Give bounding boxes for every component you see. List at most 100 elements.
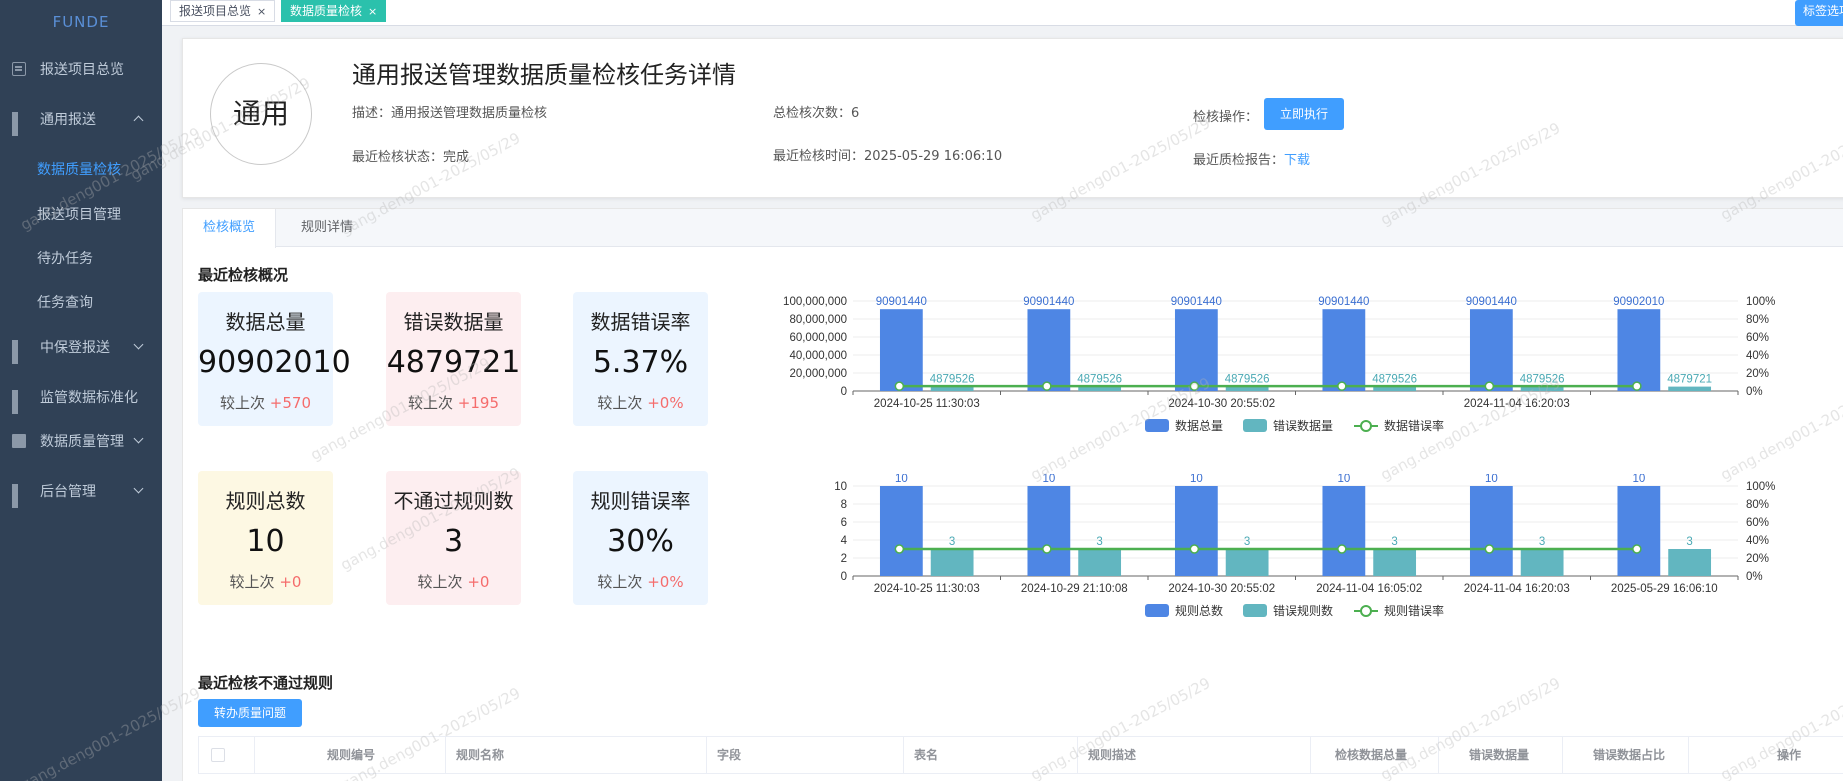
tag-options-button[interactable]: 标签选项 — [1795, 0, 1843, 26]
sidebar-item-project-overview[interactable]: 报送项目总览 — [0, 44, 162, 94]
rate-point — [894, 544, 905, 554]
bar — [1322, 309, 1366, 391]
sidebar-item-label: 数据质量管理 — [40, 434, 124, 450]
y2-tick-label: 20% — [1746, 553, 1769, 565]
rate-point — [894, 381, 905, 391]
bar-value-label: 10 — [895, 474, 908, 485]
bar-value-label: 10 — [1337, 474, 1350, 485]
column-header: 规则描述 — [1078, 737, 1311, 773]
y2-tick-label: 40% — [1746, 350, 1769, 362]
tab-rule-details[interactable]: 规则详情 — [281, 209, 373, 248]
y-tick-label: 4 — [841, 535, 848, 547]
sidebar-item-label: 中保登报送 — [40, 340, 110, 356]
bar-value-label: 10 — [1485, 474, 1498, 485]
sidebar-item-label: 监管数据标准化 — [40, 390, 138, 406]
y2-tick-label: 0% — [1746, 571, 1763, 583]
sidebar-item-data-quality-management[interactable]: 数据质量管理 — [0, 416, 162, 466]
status-field: 最近检核状态：完成 — [352, 146, 469, 165]
bar — [1469, 309, 1513, 391]
download-link[interactable]: 下载 — [1284, 153, 1310, 168]
close-icon[interactable]: × — [368, 5, 377, 18]
sidebar-item-cbit-report[interactable]: 中保登报送 — [0, 322, 162, 372]
bar — [930, 549, 974, 576]
column-header: 错误数据占比 — [1563, 737, 1689, 773]
field-value: 2025-05-29 16:06:10 — [864, 149, 1003, 164]
x-tick-label: 2024-10-30 20:55:02 — [1168, 398, 1275, 410]
field-label: 最近质检报告： — [1193, 153, 1285, 168]
legend-swatch — [1243, 604, 1267, 617]
bar-value-label: 4879721 — [1667, 374, 1712, 386]
column-header: 规则编号 — [255, 737, 446, 773]
rate-point — [1632, 381, 1642, 391]
bar-value-label: 90901440 — [1466, 296, 1517, 308]
bar — [1469, 486, 1513, 576]
y2-tick-label: 60% — [1746, 517, 1769, 529]
column-header: 规则名称 — [446, 737, 707, 773]
x-tick-label: 2024-10-29 21:10:08 — [1021, 583, 1128, 595]
y2-tick-label: 100% — [1746, 481, 1775, 493]
bar-value-label: 90901440 — [1171, 296, 1222, 308]
y2-tick-label: 20% — [1746, 368, 1769, 380]
tab-label: 数据质量检核 — [290, 4, 363, 18]
bar-value-label: 4879526 — [1520, 374, 1565, 386]
run-now-button[interactable]: 立即执行 — [1264, 98, 1344, 130]
y2-tick-label: 100% — [1746, 296, 1775, 308]
rule-count-chart: 02468100%20%40%60%80%100%103103103103103… — [834, 474, 1775, 618]
close-icon[interactable]: × — [257, 5, 266, 18]
bar-value-label: 10 — [1632, 474, 1645, 485]
report-field: 最近质检报告：下载 — [1193, 149, 1310, 168]
kpi-label: 不通过规则数 — [393, 489, 514, 513]
sidebar-item-admin[interactable]: 后台管理 — [0, 466, 162, 516]
field-label: 总检核次数： — [773, 106, 852, 121]
transfer-quality-issue-button[interactable]: 转办质量问题 — [198, 699, 302, 727]
time-field: 最近检核时间：2025-05-29 16:06:10 — [773, 145, 1002, 164]
sidebar-item-todo-tasks[interactable]: 待办任务 — [0, 233, 162, 283]
bar-value-label: 3 — [1096, 536, 1102, 548]
field-label: 最近检核时间： — [773, 149, 865, 164]
bar-value-label: 90902010 — [1613, 296, 1664, 308]
content-tabs: 检核概览 规则详情 — [183, 209, 1843, 248]
kpi-value: 10 — [246, 524, 285, 559]
column-header: 表名 — [904, 737, 1078, 773]
bar-value-label: 3 — [949, 536, 955, 548]
bar — [1617, 486, 1661, 576]
x-tick-label: 2024-10-30 20:55:02 — [1168, 583, 1275, 595]
y-tick-label: 40,000,000 — [789, 350, 847, 362]
kpi-error-data: 错误数据量 4879721 较上次 +195 — [386, 292, 521, 426]
y-tick-label: 6 — [841, 517, 847, 529]
bar-value-label: 4879526 — [1372, 374, 1417, 386]
select-all-checkbox[interactable] — [211, 748, 225, 762]
sidebar-item-data-quality-check[interactable]: 数据质量检核 — [0, 144, 162, 194]
tab-check-overview[interactable]: 检核概览 — [183, 209, 277, 248]
legend-swatch — [1145, 419, 1169, 432]
sidebar-item-project-management[interactable]: 报送项目管理 — [0, 189, 162, 239]
sidebar-item-general-report[interactable]: 通用报送 — [0, 94, 162, 144]
x-tick-label: 2024-11-04 16:05:02 — [1316, 583, 1422, 595]
x-tick-label: 2025-05-29 16:06:10 — [1611, 583, 1718, 595]
kpi-failed-rules: 不通过规则数 3 较上次 +0 — [386, 471, 521, 605]
sidebar-item-label: 报送项目管理 — [37, 207, 121, 223]
card-icon — [12, 62, 26, 76]
kpi-change: 较上次 +570 — [220, 394, 311, 412]
grid-icon — [12, 112, 26, 136]
avatar: 通用 — [210, 63, 312, 165]
bar-value-label: 4879526 — [1225, 374, 1270, 386]
x-tick-label: 2024-10-25 11:30:03 — [874, 583, 980, 595]
bar-value-label: 4879526 — [930, 374, 975, 386]
y-tick-label: 60,000,000 — [789, 332, 847, 344]
rate-point — [1189, 381, 1200, 391]
tab-data-quality-check[interactable]: 数据质量检核 × — [281, 0, 387, 22]
kpi-value: 30% — [607, 524, 674, 559]
bar — [1322, 486, 1366, 576]
sidebar-item-task-query[interactable]: 任务查询 — [0, 277, 162, 327]
tab-project-overview[interactable]: 报送项目总览 × — [170, 0, 276, 22]
document-icon — [12, 434, 26, 448]
y-tick-label: 20,000,000 — [789, 368, 847, 380]
bar — [1373, 549, 1417, 576]
bar — [1174, 486, 1218, 576]
sidebar-item-regulatory-standardization[interactable]: 监管数据标准化 — [0, 372, 162, 422]
y-tick-label: 100,000,000 — [783, 296, 847, 308]
column-header: 操作 — [1777, 748, 1802, 762]
column-header: 字段 — [707, 737, 904, 773]
bar-value-label: 3 — [1686, 536, 1692, 548]
